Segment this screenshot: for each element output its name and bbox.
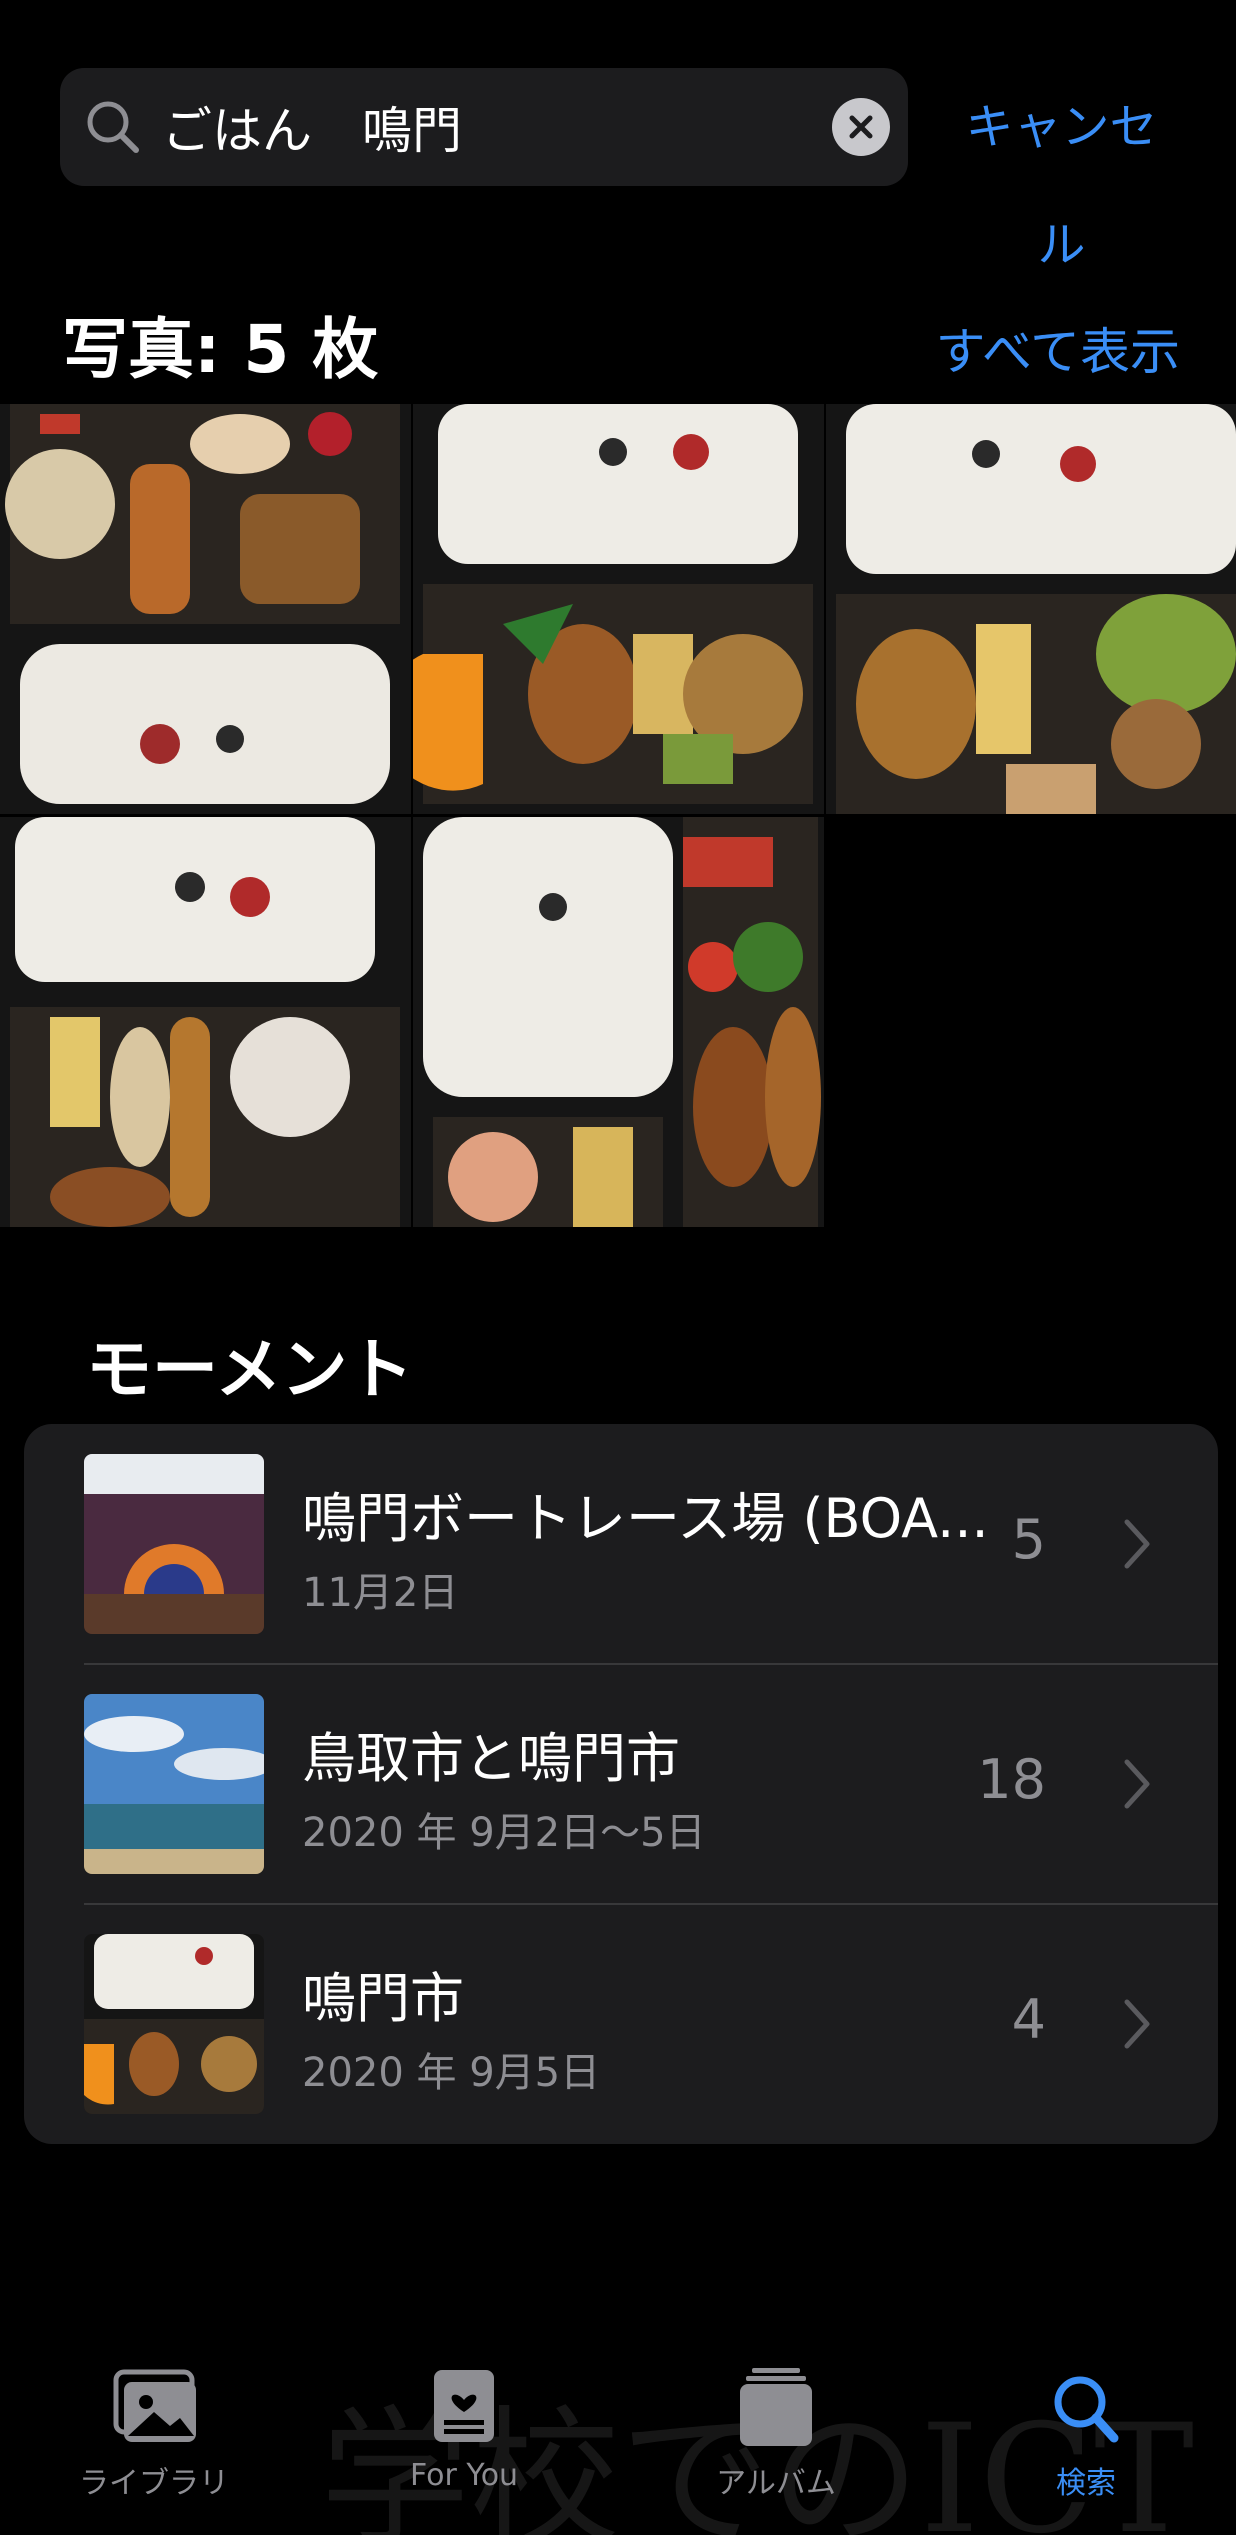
show-all-button[interactable]: すべて表示 — [936, 312, 1181, 384]
search-icon — [87, 101, 139, 153]
tab-search[interactable]: 検索 — [966, 2368, 1206, 2508]
tab-label: 検索 — [1056, 2466, 1116, 2501]
photo-thumbnail[interactable] — [826, 404, 1236, 814]
tab-bar: ライブラリ For You アルバム 検索 — [0, 2340, 1236, 2535]
cancel-button[interactable]: キャンセル — [943, 68, 1180, 273]
tab-for-you[interactable]: For You — [344, 2368, 584, 2508]
moment-thumbnail — [84, 1934, 264, 2114]
moment-count: 4 — [1011, 1988, 1046, 2051]
bento-photo — [84, 1934, 264, 2114]
search-input[interactable] — [162, 68, 762, 186]
moment-thumbnail — [84, 1694, 264, 1874]
photos-section-title: 写真: 5 枚 — [62, 311, 379, 388]
tab-label: ライブラリ — [79, 2466, 229, 2501]
chevron-right-icon — [1124, 1759, 1150, 1809]
search-field[interactable] — [60, 68, 908, 186]
search-icon — [1054, 2376, 1119, 2443]
search-row: キャンセル — [60, 68, 1180, 273]
moments-section-title: モーメント — [86, 1331, 414, 1408]
illumination-tunnel-photo — [84, 1454, 264, 1634]
close-icon — [849, 115, 873, 139]
moment-title: 鳥取市と鳴門市 — [302, 1727, 680, 1790]
clear-search-button[interactable] — [832, 98, 890, 156]
tab-label: For You — [409, 2458, 519, 2493]
bento-photo — [0, 817, 411, 1227]
for-you-icon — [434, 2370, 494, 2442]
photo-thumbnail[interactable] — [413, 404, 824, 814]
bento-photo — [826, 404, 1236, 814]
photo-thumbnail[interactable] — [413, 817, 824, 1227]
bento-photo — [0, 404, 411, 814]
bento-photo — [413, 817, 824, 1227]
tab-label: アルバム — [716, 2466, 836, 2501]
albums-icon — [740, 2368, 812, 2446]
ocean-photo — [84, 1694, 264, 1874]
photo-library-icon — [113, 2369, 196, 2442]
tab-albums[interactable]: アルバム — [656, 2368, 896, 2508]
tab-library[interactable]: ライブラリ — [34, 2368, 274, 2508]
moment-date: 2020 年 9月2日〜5日 — [302, 1810, 706, 1856]
moment-row[interactable]: 鳴門市 2020 年 9月5日 4 — [24, 1904, 1218, 2144]
moment-row[interactable]: 鳴門ボートレース場 (BOA... 11月2日 5 — [24, 1424, 1218, 1664]
bento-photo — [413, 404, 824, 814]
moment-date: 11月2日 — [302, 1570, 459, 1616]
photo-grid — [0, 404, 1236, 1228]
moment-count: 18 — [977, 1748, 1046, 1811]
moments-list: 鳴門ボートレース場 (BOA... 11月2日 5 鳥取市と鳴門市 2020 年… — [24, 1424, 1218, 2144]
chevron-right-icon — [1124, 1519, 1150, 1569]
photo-thumbnail[interactable] — [0, 817, 411, 1227]
moment-title: 鳴門ボートレース場 (BOA... — [302, 1487, 989, 1550]
chevron-right-icon — [1124, 1999, 1150, 2049]
moment-count: 5 — [1011, 1508, 1046, 1571]
photo-thumbnail[interactable] — [0, 404, 411, 814]
moment-row[interactable]: 鳥取市と鳴門市 2020 年 9月2日〜5日 18 — [24, 1664, 1218, 1904]
moment-title: 鳴門市 — [302, 1967, 464, 2030]
moment-date: 2020 年 9月5日 — [302, 2050, 601, 2096]
moment-thumbnail — [84, 1454, 264, 1634]
